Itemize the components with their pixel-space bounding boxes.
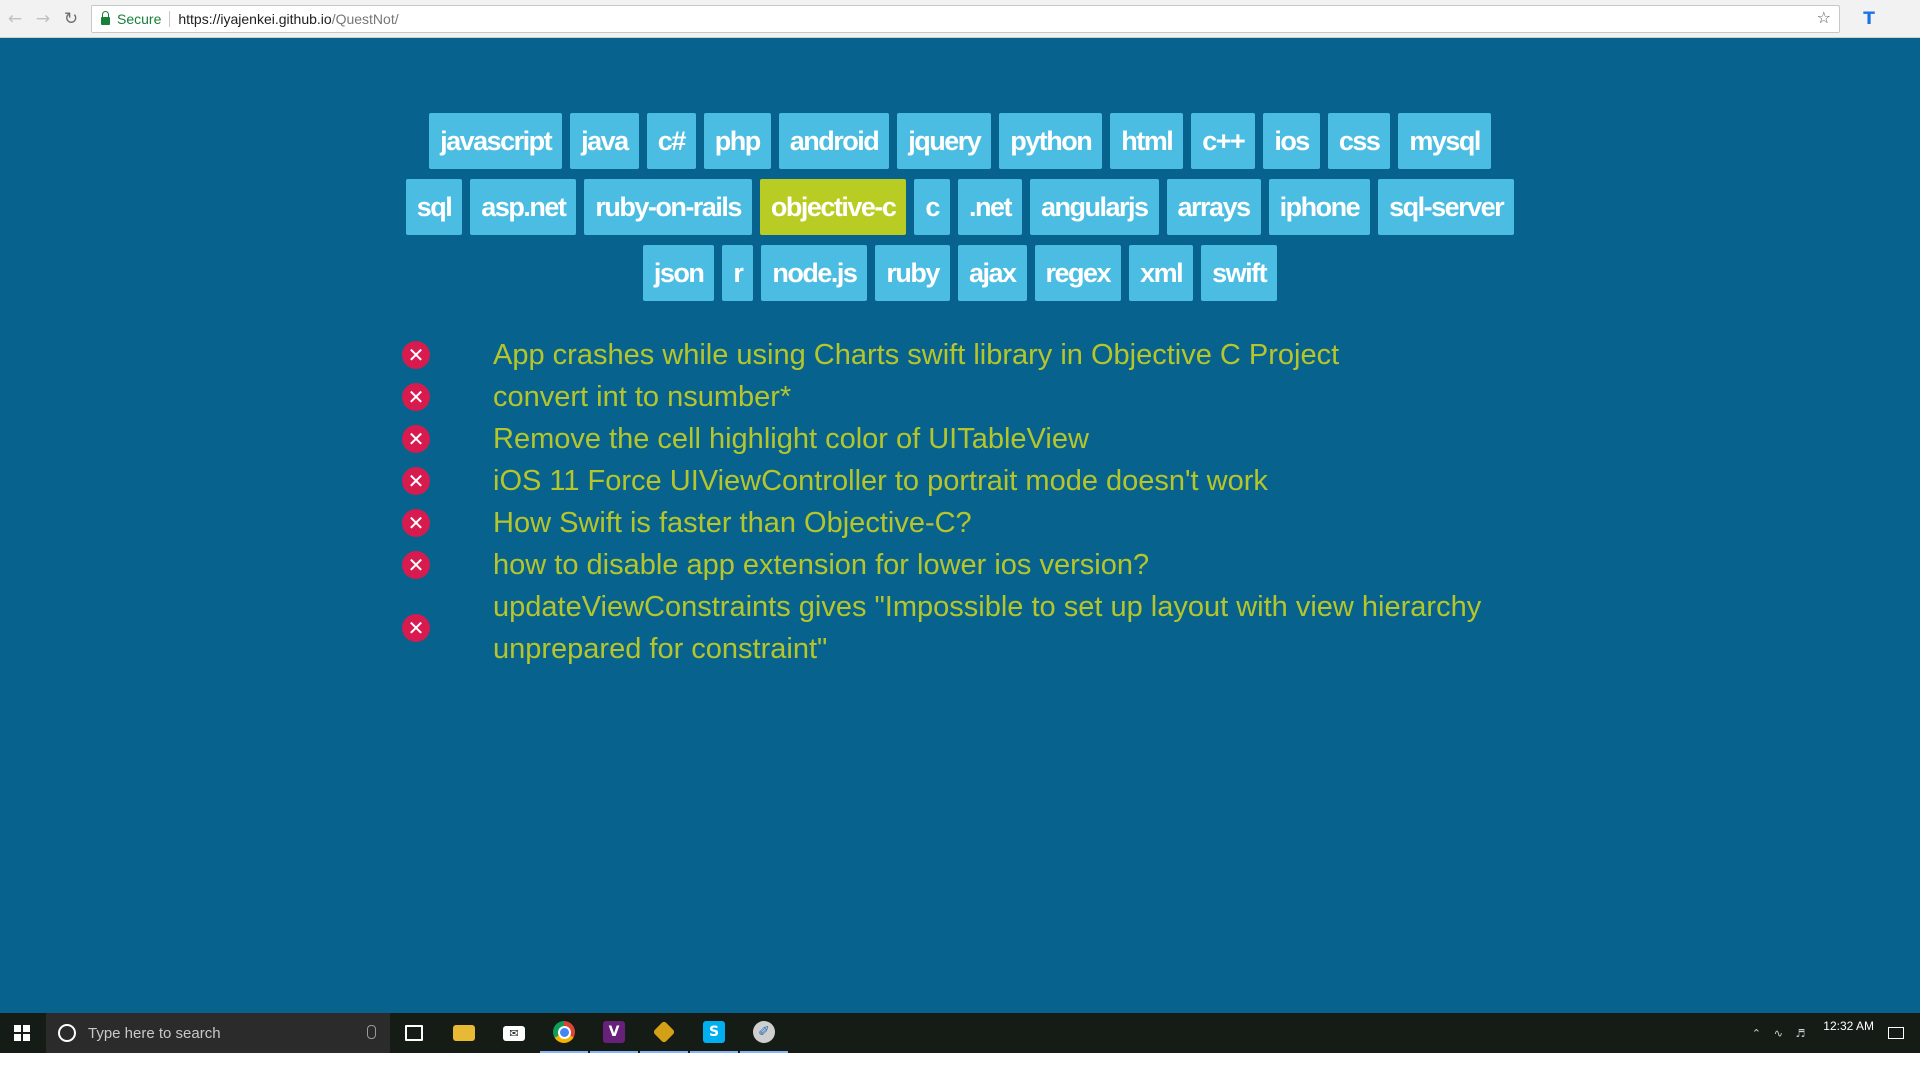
screen-bottom-edge: [0, 1053, 1920, 1080]
question-row: ✕ convert int to nsumber*: [395, 376, 1515, 418]
tag-list: javascript java c# php android jquery python ht…: [400, 108, 1520, 306]
skype-icon[interactable]: S: [690, 1013, 738, 1053]
question-row: ✕ updateViewConstraints gives "Impossible…: [395, 586, 1515, 670]
lock-icon: [101, 11, 110, 25]
remove-circle-icon: ✕: [402, 383, 430, 411]
volume-icon[interactable]: ♬: [1791, 1027, 1809, 1040]
tag-css-button[interactable]: css: [1327, 113, 1391, 169]
tag-python-button[interactable]: python: [999, 113, 1103, 169]
clock[interactable]: 12:32 AM: [1823, 1019, 1874, 1033]
forward-arrow-icon[interactable]: →: [32, 8, 54, 30]
browser-toolbar: ← → ↻ Secure https://iyajenkei.github.io…: [0, 0, 1920, 38]
tag-json-button[interactable]: json: [642, 245, 715, 301]
remove-button[interactable]: ✕: [395, 467, 437, 495]
tag-c-button[interactable]: c#: [646, 113, 696, 169]
tag-swift-button[interactable]: swift: [1201, 245, 1278, 301]
chevron-up-icon[interactable]: ⌃: [1747, 1027, 1765, 1040]
remove-circle-icon: ✕: [402, 509, 430, 537]
search-placeholder: Type here to search: [88, 1024, 221, 1042]
secure-label: Secure: [117, 11, 162, 27]
remove-circle-icon: ✕: [402, 467, 430, 495]
network-icon[interactable]: ∿: [1769, 1027, 1787, 1040]
task-view-icon[interactable]: [390, 1013, 438, 1053]
remove-button[interactable]: ✕: [395, 383, 437, 411]
tag-asp-net-button[interactable]: asp.net: [470, 179, 577, 235]
tag-objective-c-button[interactable]: objective-c: [759, 179, 907, 235]
tag-php-button[interactable]: php: [703, 113, 771, 169]
windows-logo-icon: [14, 1025, 30, 1041]
tag-mysql-button[interactable]: mysql: [1398, 113, 1491, 169]
tag-c-button[interactable]: c++: [1191, 113, 1256, 169]
reload-icon[interactable]: ↻: [60, 8, 82, 30]
tag-sql-server-button[interactable]: sql-server: [1378, 179, 1515, 235]
tag-c-button[interactable]: c: [914, 179, 950, 235]
start-button[interactable]: [0, 1013, 44, 1053]
remove-circle-icon: ✕: [402, 614, 430, 642]
tag-xml-button[interactable]: xml: [1129, 245, 1194, 301]
remove-button[interactable]: ✕: [395, 341, 437, 369]
tag-jquery-button[interactable]: jquery: [897, 113, 992, 169]
question-row: ✕ Remove the cell highlight color of UITa…: [395, 418, 1515, 460]
mail-icon[interactable]: ✉: [490, 1013, 538, 1053]
bookmark-star-icon[interactable]: ☆: [1817, 8, 1831, 27]
tag-node-js-button[interactable]: node.js: [761, 245, 868, 301]
tag-r-button[interactable]: r: [722, 245, 754, 301]
tag-sql-button[interactable]: sql: [405, 179, 463, 235]
back-arrow-icon[interactable]: ←: [4, 8, 26, 30]
system-tray: ⌃ ∿ ♬ 12:32 AM: [1745, 1013, 1920, 1053]
tag-html-button[interactable]: html: [1110, 113, 1184, 169]
tag-ruby-button[interactable]: ruby: [875, 245, 950, 301]
question-list: ✕ App crashes while using Charts swift li…: [395, 334, 1515, 670]
cortana-icon: [58, 1024, 76, 1042]
omnibox-divider: [169, 11, 171, 27]
remove-circle-icon: ✕: [402, 551, 430, 579]
tag-ios-button[interactable]: ios: [1263, 113, 1320, 169]
tag-java-button[interactable]: java: [570, 113, 639, 169]
tag-ajax-button[interactable]: ajax: [957, 245, 1027, 301]
question-link[interactable]: convert int to nsumber*: [493, 376, 791, 418]
question-link[interactable]: Remove the cell highlight color of UITab…: [493, 418, 1089, 460]
question-row: ✕ iOS 11 Force UIViewController to portra…: [395, 460, 1515, 502]
question-link[interactable]: how to disable app extension for lower i…: [493, 544, 1149, 586]
address-bar[interactable]: Secure https://iyajenkei.github.io/Quest…: [91, 5, 1840, 33]
page-content: javascript java c# php android jquery python ht…: [0, 38, 1920, 1013]
url-path: /QuestNot/: [331, 11, 399, 27]
tag-regex-button[interactable]: regex: [1034, 245, 1122, 301]
microphone-icon[interactable]: [367, 1025, 376, 1039]
tag-android-button[interactable]: android: [778, 113, 890, 169]
visual-studio-icon[interactable]: V: [590, 1013, 638, 1053]
remove-circle-icon: ✕: [402, 341, 430, 369]
paint-icon[interactable]: ✐: [740, 1013, 788, 1053]
remove-button[interactable]: ✕: [395, 509, 437, 537]
taskbar: Type here to search ✉ V S ✐ ⌃ ∿ ♬ 12:32 …: [0, 1013, 1920, 1053]
git-icon[interactable]: [640, 1013, 688, 1053]
taskbar-search[interactable]: Type here to search: [46, 1013, 390, 1053]
chrome-icon[interactable]: [540, 1013, 588, 1053]
question-link[interactable]: iOS 11 Force UIViewController to portrai…: [493, 460, 1268, 502]
extension-icon[interactable]: T: [1858, 8, 1880, 30]
file-explorer-icon[interactable]: [440, 1013, 488, 1053]
tag-angularjs-button[interactable]: angularjs: [1029, 179, 1159, 235]
tag-net-button[interactable]: .net: [957, 179, 1022, 235]
tag-iphone-button[interactable]: iphone: [1268, 179, 1371, 235]
remove-button[interactable]: ✕: [395, 551, 437, 579]
question-link[interactable]: App crashes while using Charts swift lib…: [493, 334, 1339, 376]
remove-button[interactable]: ✕: [395, 614, 437, 642]
url-host: https://iyajenkei.github.io: [178, 11, 332, 27]
question-link[interactable]: How Swift is faster than Objective-C?: [493, 502, 972, 544]
remove-circle-icon: ✕: [402, 425, 430, 453]
question-row: ✕ How Swift is faster than Objective-C?: [395, 502, 1515, 544]
question-link[interactable]: updateViewConstraints gives "Impossible …: [493, 586, 1515, 670]
remove-button[interactable]: ✕: [395, 425, 437, 453]
notification-icon[interactable]: [1888, 1027, 1904, 1039]
tag-arrays-button[interactable]: arrays: [1166, 179, 1261, 235]
question-row: ✕ how to disable app extension for lower …: [395, 544, 1515, 586]
question-row: ✕ App crashes while using Charts swift li…: [395, 334, 1515, 376]
tag-javascript-button[interactable]: javascript: [429, 113, 563, 169]
tag-ruby-on-rails-button[interactable]: ruby-on-rails: [584, 179, 752, 235]
